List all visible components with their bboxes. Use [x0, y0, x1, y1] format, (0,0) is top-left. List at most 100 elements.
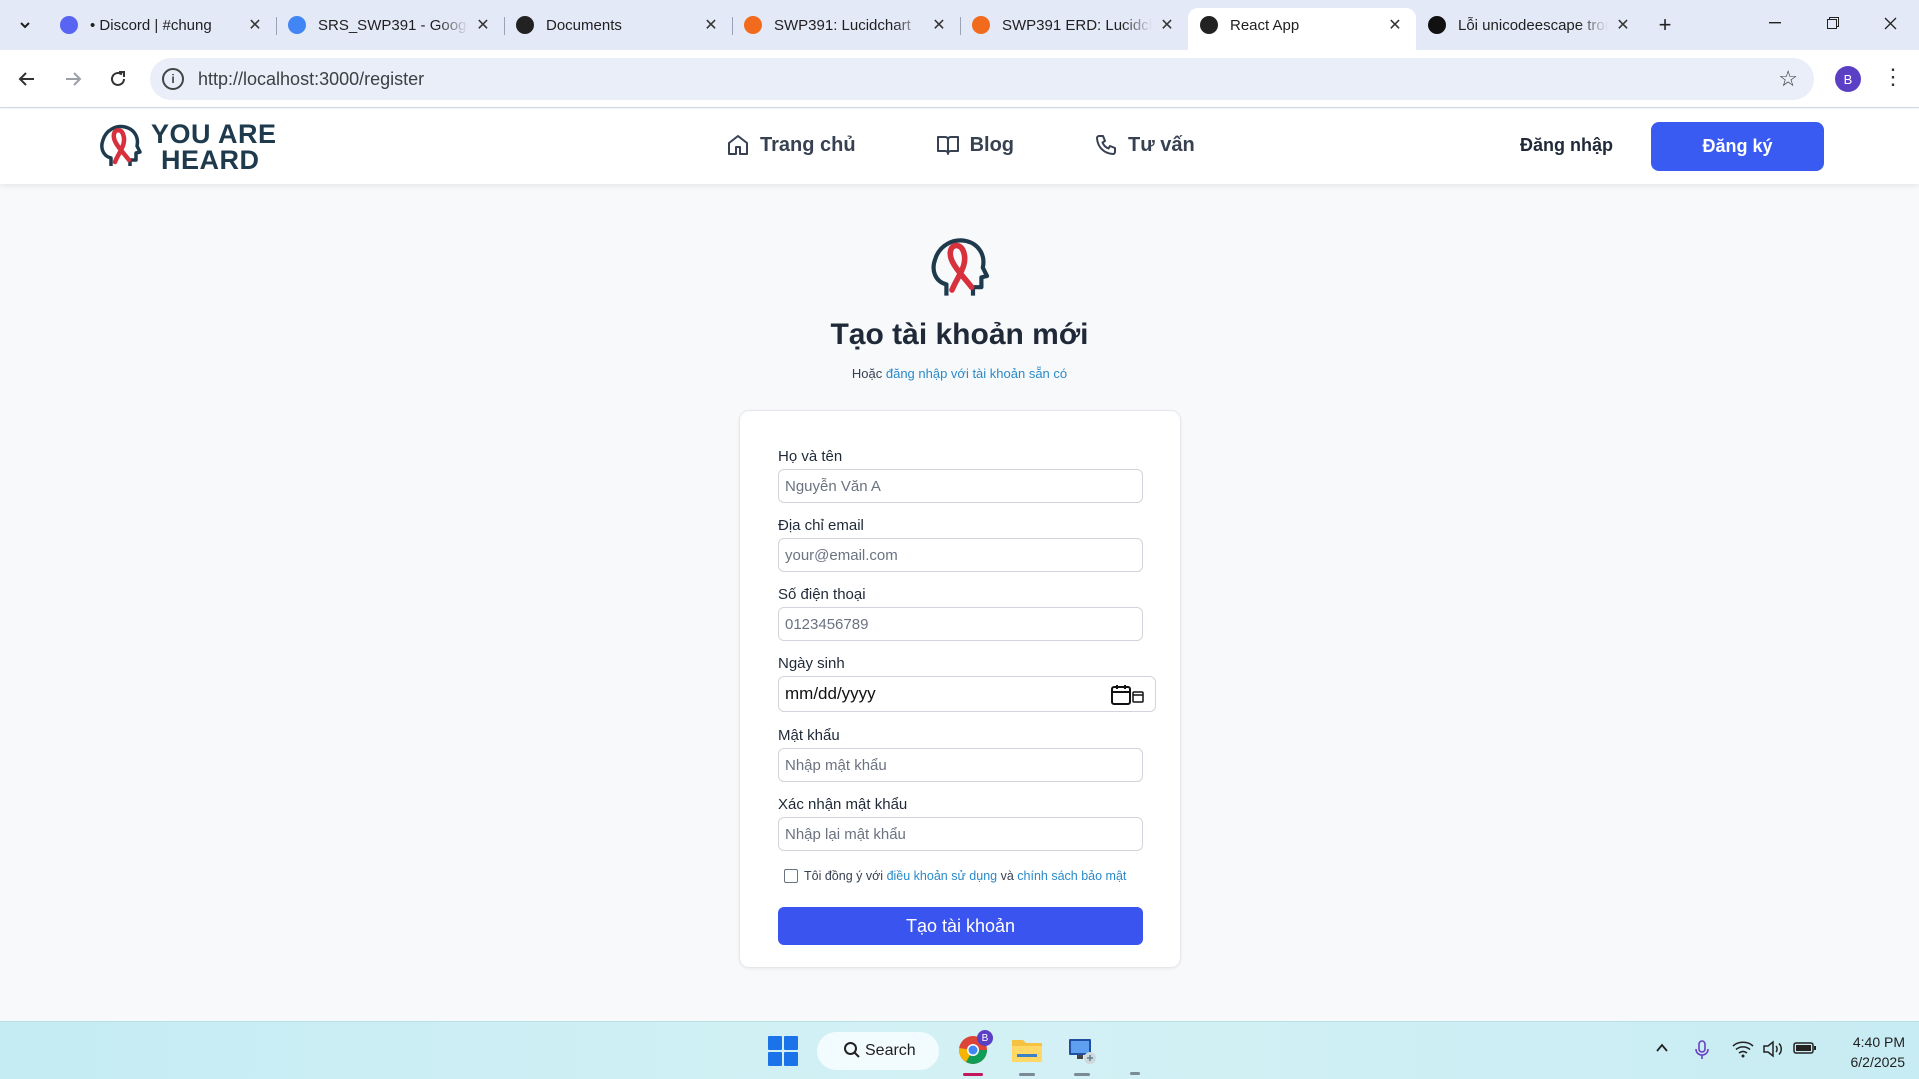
battery-icon[interactable]	[1793, 1040, 1817, 1061]
tab-title: Documents	[546, 16, 622, 34]
close-window-icon[interactable]	[1867, 8, 1913, 38]
main-nav: Trang chủ Blog Tư vấn	[726, 133, 1275, 157]
terms-agreement: Tôi đồng ý với điều khoản sử dụng và chí…	[784, 869, 1126, 883]
tab-title: SWP391: Lucidchart	[774, 16, 911, 34]
phone-input[interactable]	[778, 607, 1143, 641]
profile-avatar[interactable]: B	[1835, 66, 1861, 92]
logo-line-2: HEARD	[161, 145, 260, 175]
tab-title: Lỗi unicodeescape trong	[1458, 16, 1608, 34]
close-tab-icon[interactable]: ✕	[1386, 16, 1404, 34]
chrome-profile-badge: B	[977, 1030, 993, 1046]
nav-home[interactable]: Trang chủ	[726, 133, 856, 157]
nav-consult-label: Tư vấn	[1128, 133, 1195, 156]
confirm-password-label: Xác nhận mật khẩu	[778, 796, 908, 813]
browser-tab[interactable]: SWP391: Lucidchart ✕	[732, 8, 960, 42]
discord-icon	[60, 16, 78, 34]
tab-title: React App	[1230, 16, 1300, 34]
file-explorer-icon[interactable]	[1007, 1030, 1047, 1076]
taskbar-search[interactable]: Search	[817, 1032, 939, 1070]
clock-time: 4:40 PM	[1852, 1034, 1905, 1050]
create-account-button[interactable]: Tạo tài khoản	[778, 907, 1143, 945]
fullname-label: Họ và tên	[778, 448, 843, 465]
browser-tab[interactable]: • Discord | #chung ✕	[48, 8, 276, 42]
google-docs-icon	[288, 16, 306, 34]
ribbon-head-logo-icon	[100, 124, 142, 166]
close-tab-icon[interactable]: ✕	[702, 16, 720, 34]
email-label: Địa chỉ email	[778, 517, 864, 534]
browser-menu-icon[interactable]: ⋮	[1882, 64, 1904, 90]
terms-of-use-link[interactable]: điều khoản sử dụng	[887, 869, 998, 883]
login-prompt-prefix: Hoặc	[851, 366, 883, 381]
email-input[interactable]	[778, 538, 1143, 572]
microphone-icon[interactable]	[1694, 1040, 1710, 1065]
phone-label: Số điện thoại	[778, 586, 866, 603]
nav-blog-label: Blog	[969, 133, 1015, 156]
terms-prefix: Tôi đồng ý với	[804, 869, 884, 883]
reload-icon[interactable]	[103, 64, 133, 94]
browser-tab[interactable]: SWP391 ERD: Lucidchart ✕	[960, 8, 1188, 42]
bookmark-star-icon[interactable]: ☆	[1778, 66, 1798, 92]
nav-consult[interactable]: Tư vấn	[1094, 133, 1195, 157]
chrome-taskbar-icon[interactable]: B	[953, 1030, 993, 1076]
active-app-indicator	[963, 1073, 983, 1076]
nav-blog[interactable]: Blog	[936, 133, 1014, 157]
dob-label: Ngày sinh	[778, 655, 845, 672]
react-icon	[1200, 16, 1218, 34]
browser-tab[interactable]: Documents ✕	[504, 8, 732, 42]
close-tab-icon[interactable]: ✕	[1614, 16, 1632, 34]
confirm-password-input[interactable]	[778, 817, 1143, 851]
windows-start-icon[interactable]	[768, 1036, 798, 1066]
openai-icon	[1428, 16, 1446, 34]
browser-tab[interactable]: React App ✕	[1188, 8, 1416, 50]
restore-icon[interactable]	[1810, 8, 1856, 38]
calendar-icon[interactable]	[1111, 684, 1145, 706]
header-login-link[interactable]: Đăng nhập	[1520, 135, 1613, 156]
tab-search-icon[interactable]	[12, 12, 38, 38]
remote-desktop-icon[interactable]	[1062, 1030, 1102, 1076]
lucid-icon	[516, 16, 534, 34]
password-input[interactable]	[778, 748, 1143, 782]
wifi-icon[interactable]	[1732, 1040, 1754, 1063]
dob-value: mm/dd/yyyy	[785, 684, 876, 703]
terms-checkbox[interactable]	[784, 869, 798, 883]
tab-title: SWP391 ERD: Lucidchart	[1002, 16, 1152, 34]
terms-middle: và	[1000, 869, 1014, 883]
back-icon[interactable]	[12, 64, 42, 94]
site-logo[interactable]: YOU ARE HEARD	[97, 119, 277, 175]
new-tab-button[interactable]: +	[1652, 12, 1678, 38]
app-indicator	[1019, 1073, 1035, 1076]
minimize-icon[interactable]	[1752, 8, 1798, 38]
clock-date: 6/2/2025	[1850, 1054, 1906, 1070]
privacy-policy-link[interactable]: chính sách bảo mật	[1017, 869, 1126, 883]
close-tab-icon[interactable]: ✕	[1158, 16, 1176, 34]
header-register-button[interactable]: Đăng ký	[1651, 122, 1824, 171]
tab-strip: • Discord | #chung✕SRS_SWP391 - Google D…	[0, 0, 1919, 50]
close-tab-icon[interactable]: ✕	[246, 16, 264, 34]
browser-toolbar: i http://localhost:3000/register ☆ B ⋮	[0, 50, 1919, 108]
password-label: Mật khẩu	[778, 727, 840, 744]
browser-tab[interactable]: SRS_SWP391 - Google Docs ✕	[276, 8, 504, 42]
logo-line-1: YOU ARE	[151, 119, 277, 149]
login-prompt: Hoặc đăng nhập với tài khoản sẵn có	[0, 366, 1919, 381]
forward-icon[interactable]	[58, 64, 88, 94]
site-info-icon[interactable]: i	[162, 68, 184, 90]
show-hidden-icons-chevron-icon[interactable]	[1654, 1040, 1670, 1061]
tab-list: • Discord | #chung✕SRS_SWP391 - Google D…	[48, 8, 1644, 50]
browser-tab[interactable]: Lỗi unicodeescape trong ✕	[1416, 8, 1644, 42]
site-header: YOU ARE HEARD Trang chủ Blog Tư vấn Đăng…	[0, 109, 1919, 184]
phone-icon	[1096, 135, 1117, 155]
close-tab-icon[interactable]: ✕	[474, 16, 492, 34]
taskbar-search-label: Search	[865, 1042, 916, 1059]
url-text[interactable]: http://localhost:3000/register	[198, 69, 424, 90]
search-icon	[844, 1042, 860, 1058]
fullname-input[interactable]	[778, 469, 1143, 503]
tab-title: SRS_SWP391 - Google Docs	[318, 16, 468, 34]
system-clock[interactable]: 4:40 PM 6/2/2025	[1820, 1032, 1906, 1072]
book-open-icon	[936, 136, 959, 155]
login-existing-link[interactable]: đăng nhập với tài khoản sẵn có	[886, 366, 1067, 381]
close-tab-icon[interactable]: ✕	[930, 16, 948, 34]
lucidchart-icon	[744, 16, 762, 34]
volume-icon[interactable]	[1762, 1040, 1784, 1063]
dob-input[interactable]: mm/dd/yyyy	[778, 676, 1156, 712]
address-bar[interactable]: i http://localhost:3000/register ☆	[150, 58, 1814, 100]
